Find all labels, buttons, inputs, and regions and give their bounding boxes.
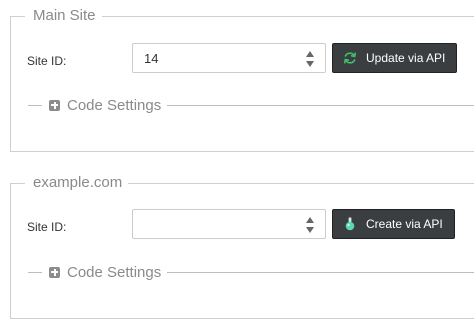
divider — [167, 271, 474, 273]
spin-up-arrow-icon[interactable] — [306, 217, 314, 223]
number-spinner[interactable] — [306, 215, 316, 235]
example-site-group: example.com Site ID: Create via API Code… — [10, 173, 474, 319]
expand-plus-icon[interactable] — [49, 266, 60, 278]
site-id-label: Site ID: — [27, 54, 67, 68]
spin-down-arrow-icon[interactable] — [306, 227, 314, 233]
code-settings-toggle[interactable]: Code Settings — [28, 95, 474, 115]
spin-up-arrow-icon[interactable] — [306, 51, 314, 57]
divider — [167, 104, 474, 106]
code-settings-label[interactable]: Code Settings — [67, 264, 161, 281]
divider — [28, 104, 42, 106]
site-id-label: Site ID: — [27, 220, 67, 234]
site-id-value[interactable]: 14 — [144, 51, 158, 67]
group-legend: Main Site — [25, 6, 102, 26]
update-via-api-button[interactable]: Update via API — [332, 43, 458, 73]
create-via-api-button[interactable]: Create via API — [332, 209, 455, 239]
group-legend: example.com — [25, 173, 129, 193]
code-settings-toggle[interactable]: Code Settings — [28, 262, 474, 282]
create-via-api-label: Create via API — [366, 217, 443, 231]
expand-plus-icon[interactable] — [49, 99, 60, 111]
update-via-api-label: Update via API — [366, 51, 446, 65]
site-id-input[interactable] — [132, 209, 326, 239]
flask-icon — [343, 217, 357, 231]
refresh-icon — [343, 51, 357, 65]
site-id-input[interactable]: 14 — [132, 43, 326, 73]
code-settings-label[interactable]: Code Settings — [67, 97, 161, 114]
spin-down-arrow-icon[interactable] — [306, 61, 314, 67]
number-spinner[interactable] — [306, 49, 316, 69]
divider — [28, 271, 42, 273]
main-site-group: Main Site Site ID: 14 Update via API Cod… — [10, 6, 474, 152]
